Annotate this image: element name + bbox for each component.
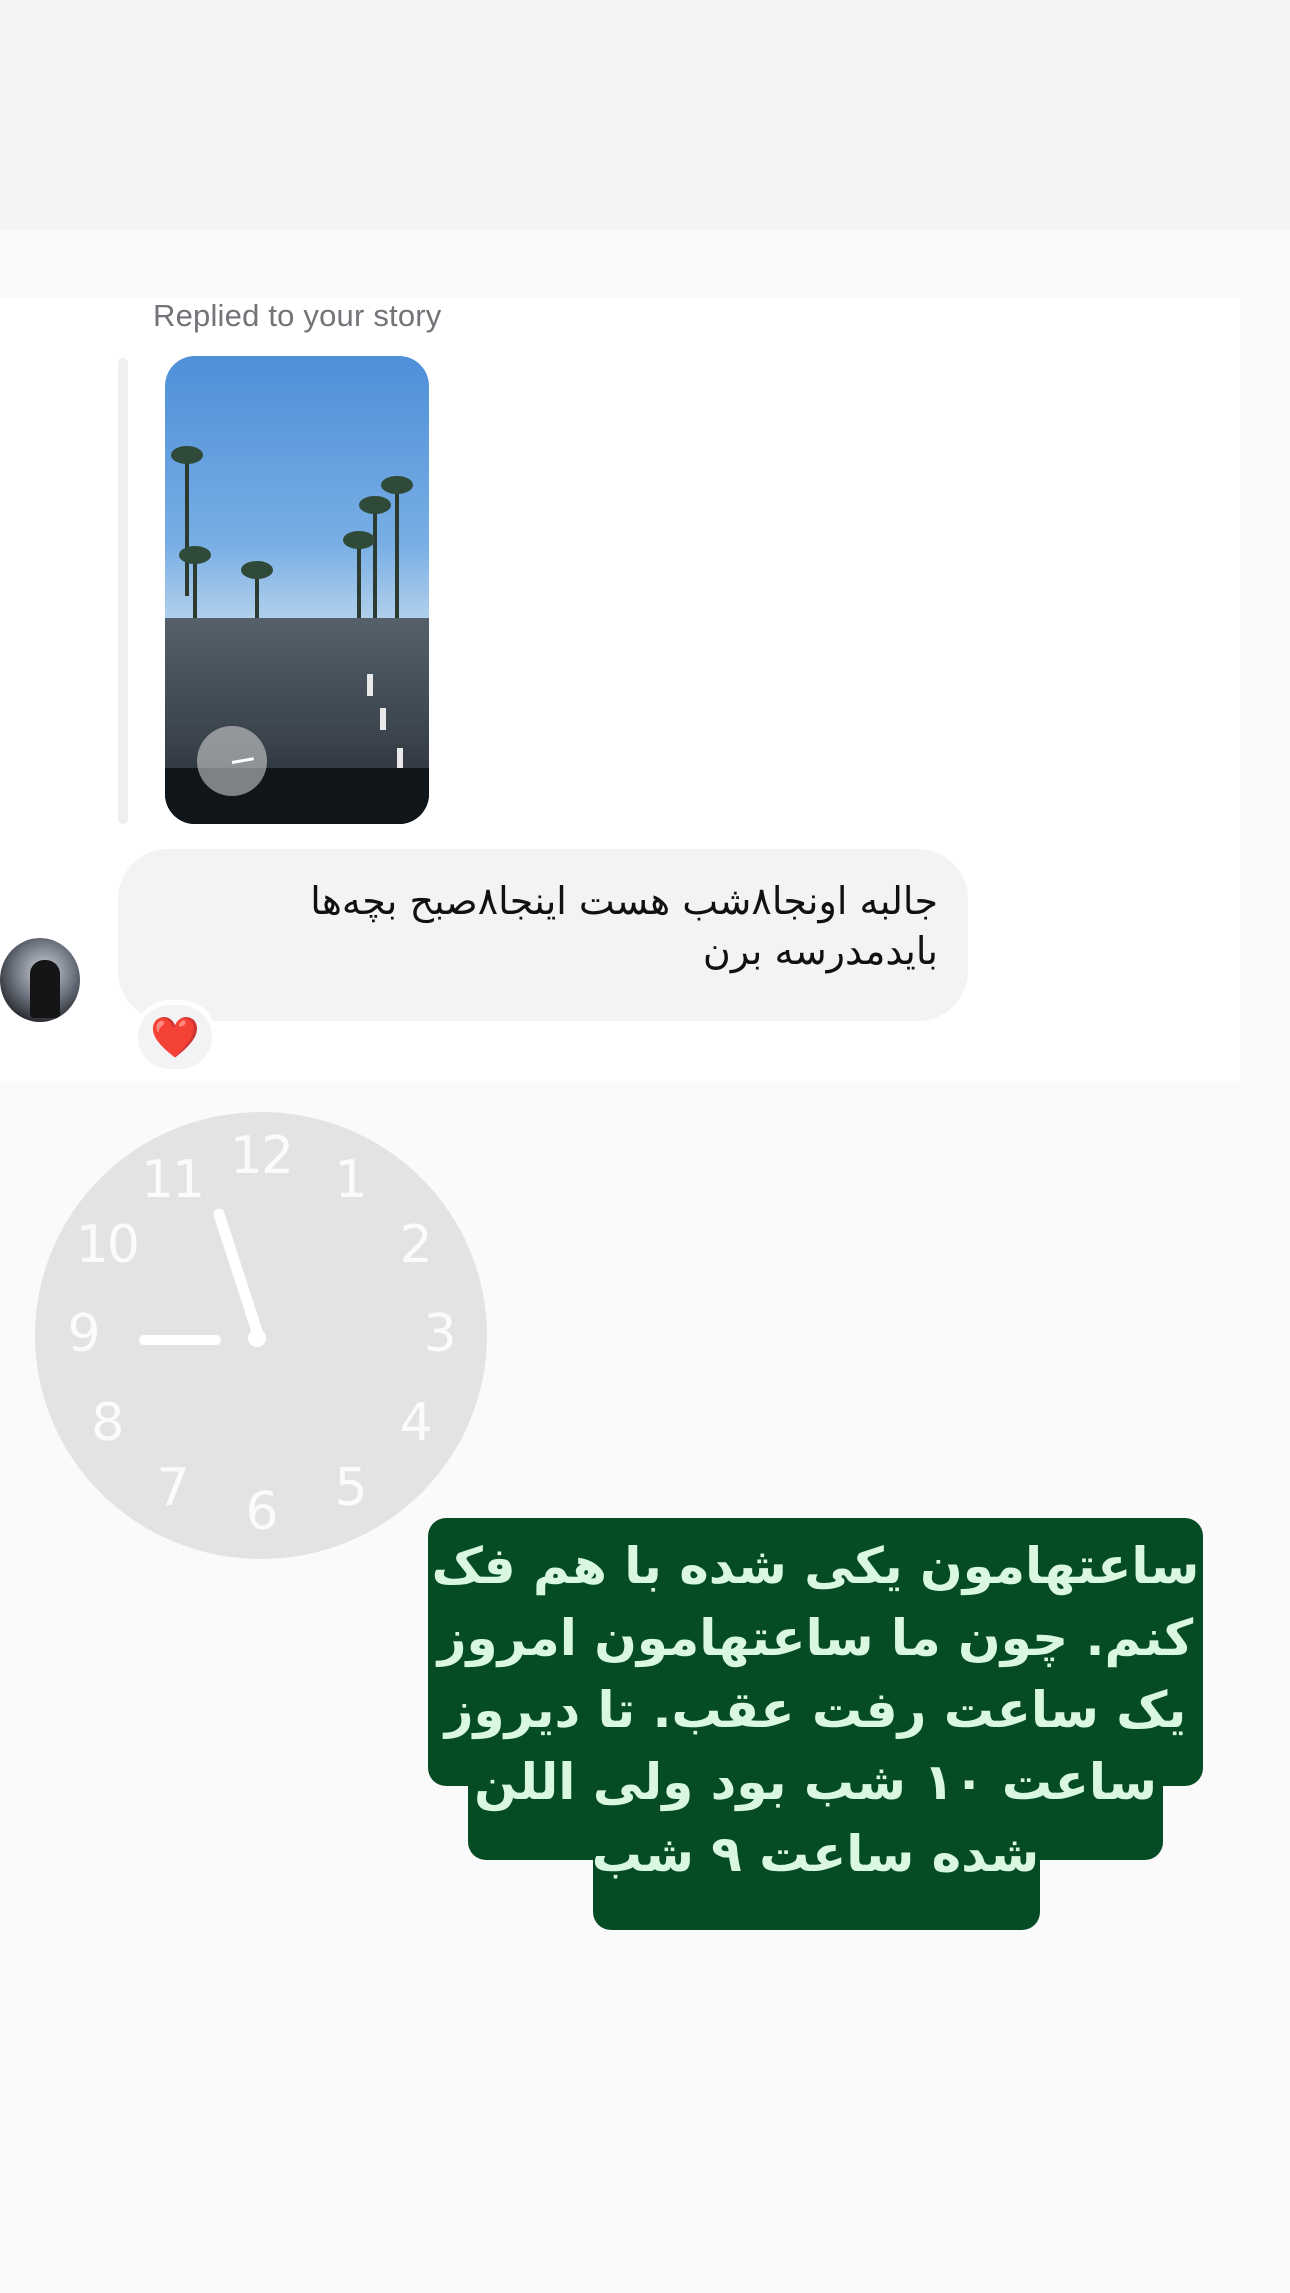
caption-line: ساعتهامون یکی شده با هم فک (431, 1537, 1200, 1595)
lane-marking (397, 748, 403, 770)
clock-numeral: 3 (423, 1304, 456, 1364)
clock-numeral: 9 (67, 1304, 100, 1364)
mini-clock-hand (231, 757, 254, 764)
palm-tree (381, 476, 413, 636)
palm-tree (171, 446, 203, 596)
mini-clock-icon (197, 726, 267, 796)
sender-avatar[interactable] (0, 938, 80, 1022)
caption-line: شده ساعت ۹ شب (591, 1825, 1040, 1883)
heart-reaction-icon[interactable]: ❤️ (133, 1000, 217, 1074)
clock-numeral: 4 (399, 1393, 433, 1453)
clock-numeral: 10 (75, 1215, 140, 1275)
analog-clock-sticker[interactable]: 12 1 2 3 4 5 6 7 8 9 10 11 (35, 1112, 487, 1559)
clock-numeral: 5 (334, 1458, 367, 1519)
story-thumbnail[interactable] (165, 356, 429, 824)
replied-to-story-label: Replied to your story (153, 298, 442, 333)
message-text: جالبه اونجا۸شب هست اینجا۸صبح بچه‌ها باید… (310, 879, 938, 973)
clock-numeral: 2 (399, 1215, 433, 1275)
caption-line: ساعت ۱۰ شب بود ولی اللن (474, 1753, 1157, 1811)
caption-line: یک ساعت رفت عقب. تا دیروز (444, 1681, 1187, 1739)
clock-numeral: 11 (140, 1149, 205, 1210)
clock-hour-hand (139, 1335, 221, 1345)
clock-numeral: 12 (229, 1126, 294, 1186)
caption-line: کنم. چون ما ساعتهامون امروز (437, 1609, 1194, 1667)
clock-center (248, 1329, 266, 1347)
clock-numeral: 8 (91, 1393, 124, 1453)
story-top-area (0, 0, 1290, 230)
clock-numeral: 1 (334, 1149, 367, 1210)
lane-marking (380, 708, 386, 730)
clock-numeral: 6 (245, 1482, 278, 1542)
caption-text: ساعتهامون یکی شده با هم فک کنم. چون ما س… (428, 1530, 1203, 1890)
reply-indicator-bar (118, 358, 128, 824)
clock-numeral: 7 (156, 1458, 189, 1519)
palm-tree (359, 496, 391, 636)
avatar-figure (30, 960, 60, 1018)
caption-sticker[interactable]: ساعتهامون یکی شده با هم فک کنم. چون ما س… (428, 1518, 1203, 1930)
lane-marking (367, 674, 373, 696)
